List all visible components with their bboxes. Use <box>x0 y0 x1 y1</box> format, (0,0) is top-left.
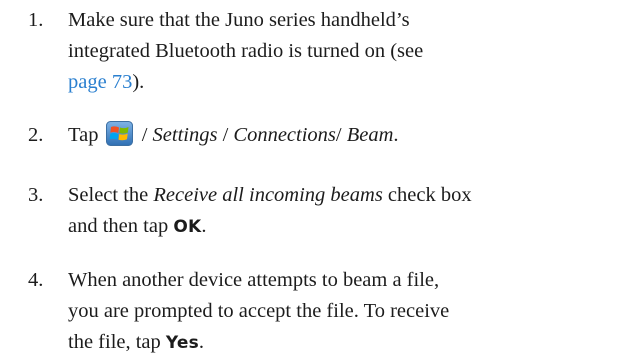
step-number: 2. <box>28 124 44 146</box>
period: . <box>393 124 399 146</box>
step-4-line-1: When another device attempts to beam a f… <box>68 269 440 291</box>
separator: / <box>335 124 342 146</box>
step-number: 1. <box>28 9 44 31</box>
step-1-line-2: integrated Bluetooth radio is turned on … <box>68 40 424 62</box>
windows-start-icon[interactable] <box>105 121 133 146</box>
step-3-pre: Select the <box>68 184 149 206</box>
separator: / <box>141 124 148 146</box>
step-text: Select the Receive all incoming beams ch… <box>68 180 616 243</box>
nav-connections: Connections <box>233 124 336 146</box>
yes-button-label: Yes <box>165 333 199 353</box>
step-1-line-1: Make sure that the Juno series handheld’… <box>68 9 410 31</box>
period: . <box>198 331 205 353</box>
step-3-mid: check box <box>387 184 472 206</box>
step-text: When another device attempts to beam a f… <box>68 265 616 359</box>
step-text: Make sure that the Juno series handheld’… <box>68 5 616 98</box>
step-2-prefix: Tap <box>68 124 99 146</box>
step-text: Tap / Settings / Connections/ Beam. <box>68 120 616 151</box>
checkbox-name: Receive all incoming beams <box>153 184 383 206</box>
step-4-line-3: the file, tap <box>68 331 161 353</box>
nav-settings: Settings <box>152 124 218 146</box>
step-number: 4. <box>28 269 44 291</box>
step-4-line-2: you are prompted to accept the file. To … <box>68 300 450 322</box>
step-3-line-2: and then tap <box>68 215 169 237</box>
page-link[interactable]: page 73 <box>68 71 132 93</box>
separator: / <box>222 124 229 146</box>
step-number: 3. <box>28 184 44 206</box>
instruction-page: 1. Make sure that the Juno series handhe… <box>0 0 620 363</box>
step-1-tail: ). <box>132 71 145 93</box>
ok-button-label: OK <box>173 217 202 237</box>
period: . <box>201 215 207 237</box>
nav-beam: Beam <box>346 124 394 146</box>
